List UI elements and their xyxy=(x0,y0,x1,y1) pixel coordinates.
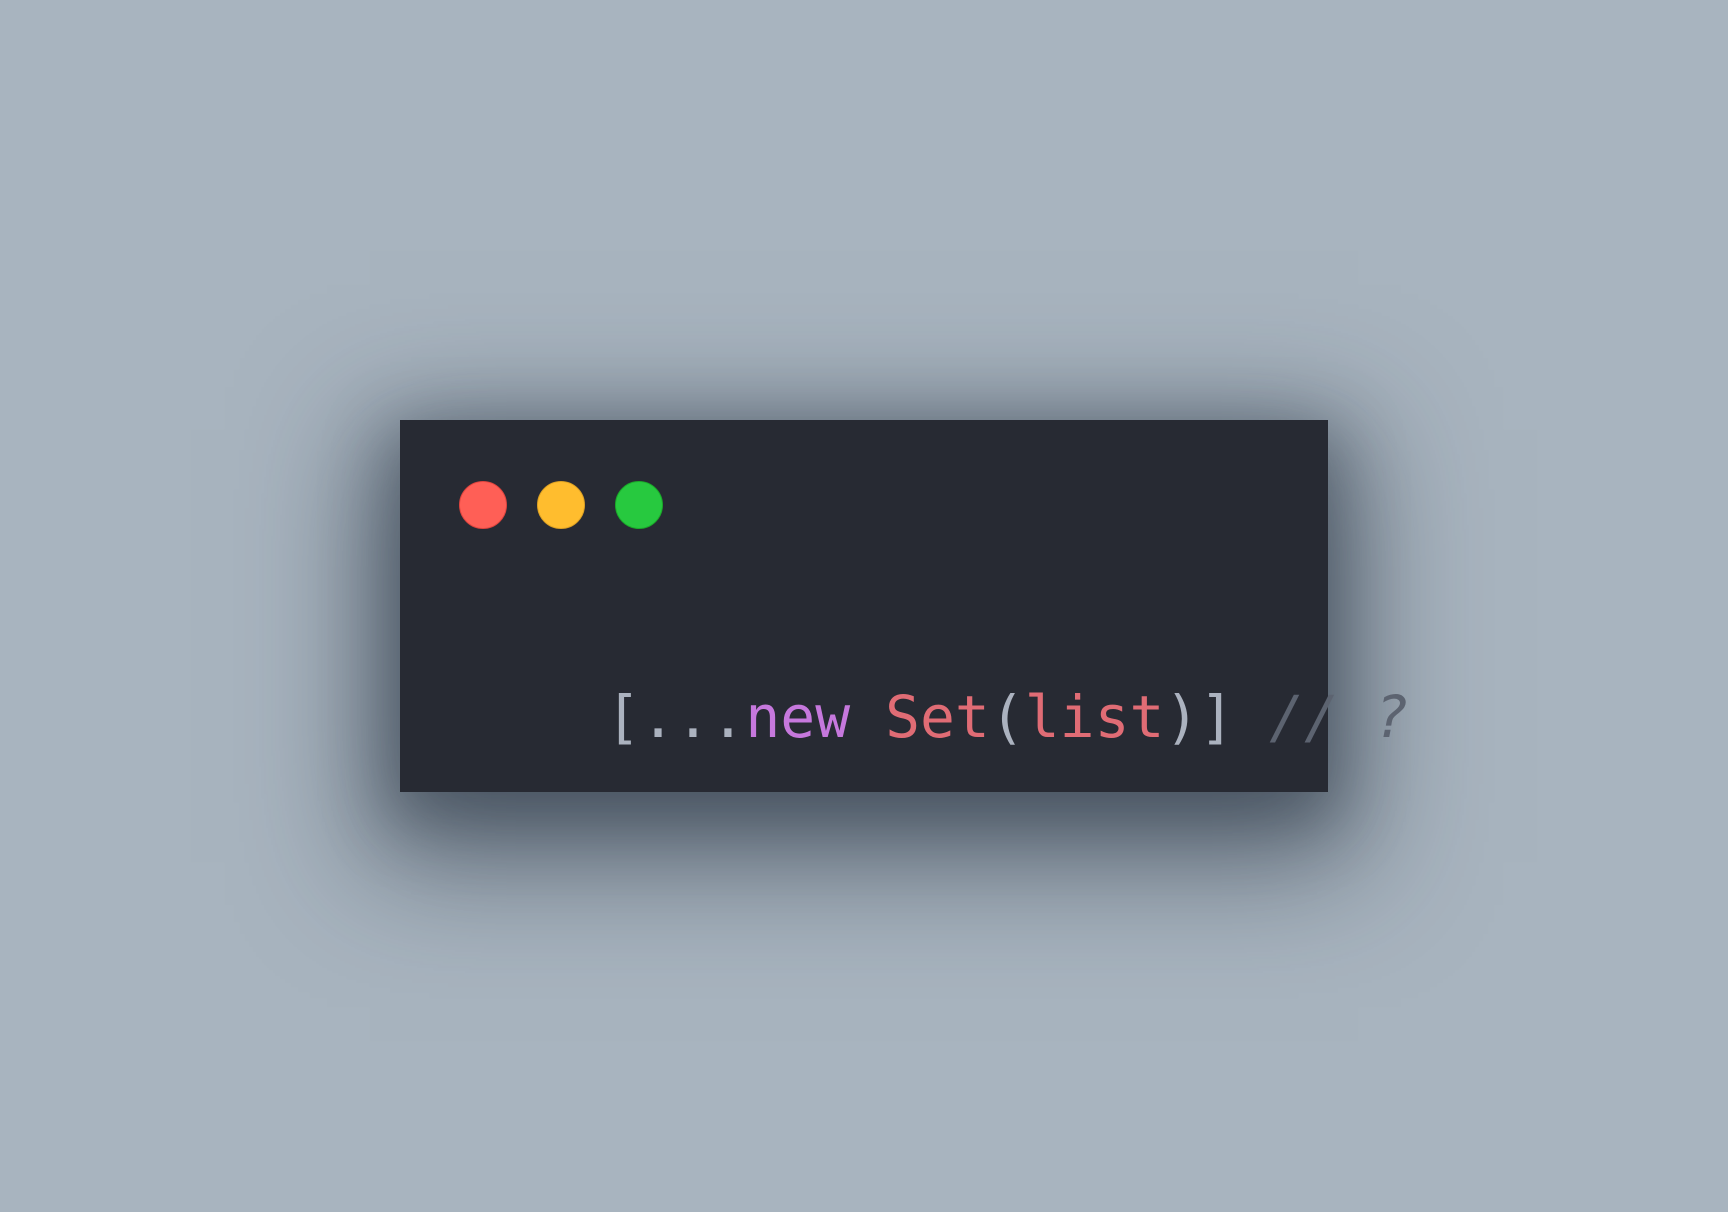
close-button[interactable] xyxy=(459,481,507,529)
code-line: [...new Set(list)] // ? xyxy=(466,630,1409,804)
spread-operator-token: ... xyxy=(640,683,746,751)
maximize-button[interactable] xyxy=(615,481,663,529)
set-class-token: Set xyxy=(885,683,990,751)
new-keyword-token: new xyxy=(745,683,851,751)
close-bracket-token: ] xyxy=(1199,683,1235,751)
list-identifier-token: list xyxy=(1024,683,1165,751)
minimize-button[interactable] xyxy=(537,481,585,529)
page-background: { "window": { "controls": [ {"name": "cl… xyxy=(0,0,1728,1212)
code-window: [...new Set(list)] // ? xyxy=(400,420,1409,792)
comment-token: // ? xyxy=(1269,683,1409,751)
close-paren-token: ) xyxy=(1164,683,1200,751)
open-bracket-token: [ xyxy=(605,683,641,751)
window-controls xyxy=(459,481,663,529)
open-paren-token: ( xyxy=(989,683,1025,751)
